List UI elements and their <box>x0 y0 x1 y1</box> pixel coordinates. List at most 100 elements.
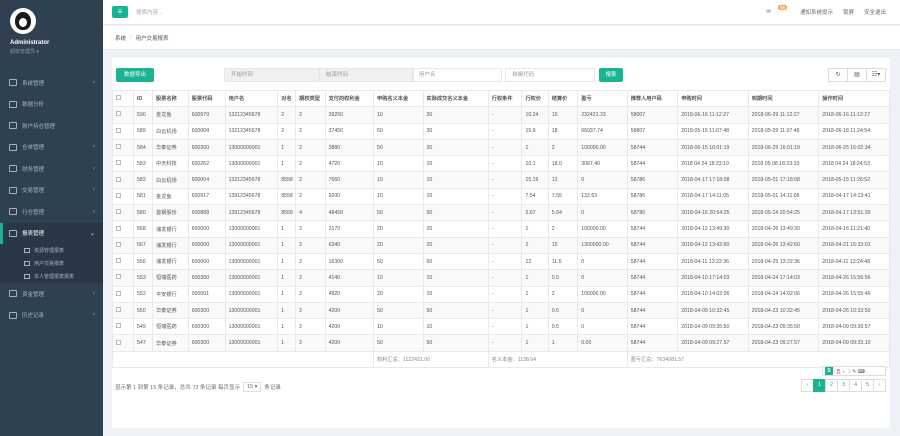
column-header[interactable]: 股票名称 <box>151 89 189 108</box>
sidebar-item[interactable]: 财务管理 ‹ <box>0 158 103 180</box>
username-input[interactable]: 用户名 <box>412 68 502 82</box>
table-row[interactable]: 553 恒瑞医药 600300 13000000001 1 2 4140 10 10-1 0.5 0… <box>111 269 890 287</box>
column-header[interactable]: 对名 <box>277 89 297 108</box>
column-header[interactable]: 推荐人用户码 <box>626 89 679 108</box>
table-row[interactable]: 590 金龙鱼 600979 13212345678 2 2 39250 10 30-10.24… <box>111 106 890 124</box>
menu-toggle-button[interactable]: ≡ <box>112 6 128 18</box>
row-checkbox[interactable] <box>111 220 135 238</box>
row-checkbox[interactable] <box>111 236 135 254</box>
select-all-checkbox[interactable] <box>111 89 135 108</box>
start-time-input[interactable]: 开始时间 <box>224 68 319 82</box>
column-header[interactable]: 支付的权利金 <box>324 89 375 108</box>
table-row[interactable]: 568 浦发银行 600000 13000000001 1 2 3170 20 20-1 2 100… <box>111 220 890 238</box>
table-cell: 30 <box>422 138 489 157</box>
column-header[interactable]: 期权类型 <box>295 89 326 108</box>
column-header[interactable]: 操作时间 <box>818 89 890 108</box>
sidebar-item[interactable]: 历史记录 ‹ <box>0 305 103 327</box>
row-checkbox[interactable] <box>111 171 135 189</box>
table-cell: 1 <box>521 138 549 157</box>
top-search-input[interactable]: 搜索内容... <box>136 8 163 16</box>
row-checkbox[interactable] <box>111 269 135 287</box>
table-row[interactable]: 549 恒瑞医药 600300 13000000001 1 2 4200 10 10-1 0.5 0… <box>111 318 890 336</box>
table-row[interactable]: 550 华泰证券 600300 13000000001 1 2 4200 50 50-1 0.5 0… <box>111 301 890 320</box>
sidebar-item[interactable]: 数据分析 <box>0 94 103 116</box>
table-cell: - <box>487 236 523 254</box>
table-cell: 1 <box>277 318 297 336</box>
table-row[interactable]: 547 华泰证券 600300 13000000001 1 2 4200 50 50-1 1 0.0… <box>111 334 890 352</box>
refresh-icon[interactable]: ↻ <box>828 68 848 82</box>
table-row[interactable]: 556 浦发银行 600000 13000000001 1 2 16300 50 50-12 11… <box>111 252 890 271</box>
breadcrumb-home[interactable]: 系统 <box>115 34 126 42</box>
table-cell: 1 <box>277 236 297 254</box>
sidebar-item[interactable]: 资金管理 ‹ <box>0 283 103 305</box>
columns-icon[interactable]: ☷▾ <box>866 68 886 82</box>
row-checkbox[interactable] <box>111 204 135 222</box>
sidebar-item[interactable]: 报表管理 ⌄ <box>0 222 103 244</box>
column-header[interactable]: 股票代码 <box>187 89 226 108</box>
column-header[interactable]: 行权条件 <box>487 89 523 108</box>
row-checkbox[interactable] <box>111 122 135 140</box>
lock-link[interactable]: 锁屏 <box>843 8 854 16</box>
column-header[interactable]: 实际成交名义本金 <box>422 89 489 108</box>
notification-link[interactable]: 通知系统提示 <box>800 8 833 16</box>
column-header[interactable]: ID <box>133 89 153 108</box>
profile-role-dropdown[interactable]: 超级管理员 ▾ <box>10 48 103 55</box>
page-button[interactable]: › <box>873 379 886 392</box>
table-cell: 2018-04-11 13:24:48 <box>818 252 890 271</box>
sidebar-item[interactable]: 行仓管理 ‹ <box>0 201 103 223</box>
column-header[interactable]: 申购名义本金 <box>373 89 424 108</box>
table-row[interactable]: 582 白云机场 600004 13212345678 8558 2 7660 10 10-15… <box>111 171 890 189</box>
row-checkbox[interactable] <box>111 106 135 124</box>
logout-link[interactable]: 安全退出 <box>864 8 886 16</box>
table-cell: 567 <box>133 236 153 254</box>
table-row[interactable]: 552 平安银行 000001 13000000001 1 2 4820 20 10-1 2 100… <box>111 285 890 303</box>
table-row[interactable]: 581 金龙鱼 600917 13912345678 8558 2 9200 10 10-7.5… <box>111 187 890 206</box>
table-row[interactable]: 580 首钢股份 600888 13912345678 8558 4 48450 50 50-5… <box>111 204 890 222</box>
row-checkbox[interactable] <box>111 318 135 336</box>
row-checkbox[interactable] <box>111 138 135 157</box>
page-size-select[interactable]: 15 ▾ <box>243 382 262 392</box>
ime-toolbar[interactable]: S 五 ♪ ☽ ✎ ⌨ <box>822 366 886 376</box>
column-header[interactable]: 用户名 <box>224 89 279 108</box>
table-cell: 13912345678 <box>224 204 279 222</box>
table-row[interactable]: 589 白云机场 600004 13212345678 2 2 37450 50 30-15.9… <box>111 122 890 140</box>
row-checkbox[interactable] <box>111 252 135 271</box>
ime-options[interactable]: 五 ♪ ☽ ✎ ⌨ <box>836 368 865 375</box>
breadcrumb-current: 用户交易报表 <box>135 35 169 42</box>
row-checkbox[interactable] <box>111 301 135 320</box>
table-cell: 553 <box>133 269 153 287</box>
end-time-input[interactable]: 结束时间 <box>319 68 414 82</box>
column-header[interactable]: 申购时间 <box>677 89 749 108</box>
submenu-item[interactable]: 用户交易报表 <box>0 257 103 270</box>
sidebar-item[interactable]: 系统管理 ‹ <box>0 72 103 94</box>
submenu-item[interactable]: 资源管理报表 <box>0 244 103 257</box>
table-row[interactable]: 567 浦发银行 600000 13000000001 1 2 6340 20 20-2 15 13… <box>111 236 890 254</box>
row-checkbox[interactable] <box>111 155 135 173</box>
sidebar-item[interactable]: 账户持仓管理 <box>0 115 103 137</box>
table-cell: 2 <box>547 138 579 157</box>
column-header[interactable]: 结算价 <box>547 89 579 108</box>
code-input[interactable]: 自编代码 <box>505 68 595 82</box>
sidebar-item[interactable]: 交易管理 ‹ <box>0 180 103 202</box>
search-button[interactable]: 搜索 <box>599 68 623 82</box>
toggle-view-icon[interactable]: ▤ <box>847 68 867 82</box>
table-cell: 0.00 <box>577 334 628 352</box>
sidebar-item[interactable]: 仓单管理 ‹ <box>0 137 103 159</box>
table-cell: 0 <box>577 301 628 320</box>
row-checkbox[interactable] <box>111 187 135 206</box>
column-header[interactable]: 盈亏 <box>577 89 628 108</box>
row-checkbox[interactable] <box>111 334 135 352</box>
column-header[interactable]: 到期时间 <box>747 89 820 108</box>
table-tools: ↻ ▤ ☷▾ <box>828 68 886 82</box>
column-header[interactable]: 行权价 <box>521 89 549 108</box>
table-row[interactable]: 584 华泰证券 600300 13000000001 1 2 3880 50 30-1 2 100… <box>111 138 890 157</box>
submenu-item[interactable]: 本人管理报表报表 <box>0 270 103 283</box>
row-checkbox[interactable] <box>111 285 135 303</box>
avatar[interactable] <box>10 8 36 34</box>
export-button[interactable]: 数据导出 <box>116 68 154 82</box>
notification-icon[interactable]: ✉ <box>766 9 771 15</box>
table-cell: 2 <box>295 269 326 287</box>
menu-icon <box>9 79 17 87</box>
summary-row: 权利汇总：1122431.00 名义本金：1138.64 盈亏汇总：763408… <box>111 350 891 369</box>
table-row[interactable]: 583 中天科技 600262 13000000001 1 2 4720 10 10-10.1 1… <box>111 155 890 173</box>
